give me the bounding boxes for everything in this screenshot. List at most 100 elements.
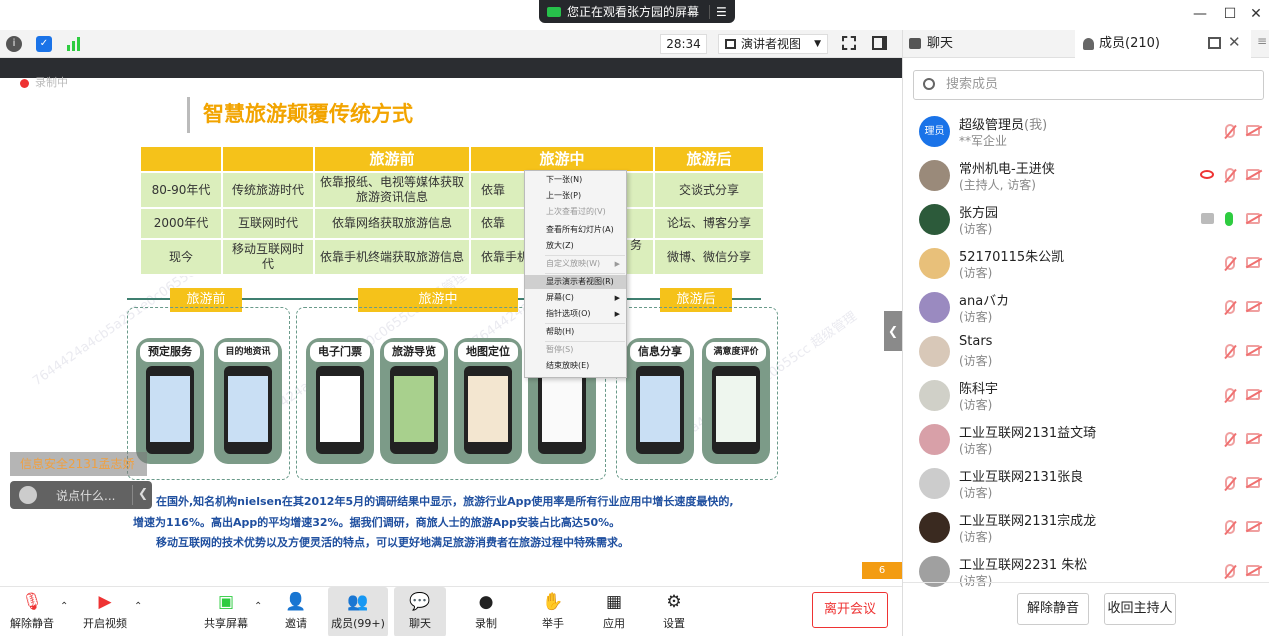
menu-item-help[interactable]: 帮助(H): [525, 325, 626, 339]
mute-all-button[interactable]: 解除静音: [1017, 593, 1089, 625]
invite-button[interactable]: 👤 邀请: [272, 587, 320, 636]
member-row[interactable]: anaバカ (访客): [903, 286, 1269, 330]
member-row[interactable]: 工业互联网2231 朱松 (访客): [903, 550, 1269, 594]
menu-item-previous[interactable]: 上一张(P): [525, 189, 626, 203]
mic-muted-icon[interactable]: [1225, 388, 1235, 402]
slideshow-context-menu: 下一张(N) 上一张(P) 上次查看过的(V) 查看所有幻灯片(A) 放大(Z)…: [524, 170, 627, 378]
separator: [709, 4, 711, 19]
mic-muted-icon[interactable]: [1225, 476, 1235, 490]
video-off-icon[interactable]: [1246, 477, 1260, 488]
raise-hand-button[interactable]: ✋ 举手: [527, 587, 579, 636]
sidebar-toggle-icon[interactable]: [872, 36, 887, 50]
menu-item-next[interactable]: 下一张(N): [525, 173, 626, 187]
start-video-button[interactable]: ▶ 开启视频: [78, 587, 132, 636]
button-label: 应用: [603, 617, 625, 630]
video-off-icon[interactable]: [1246, 257, 1260, 268]
popout-icon[interactable]: [1208, 37, 1221, 49]
menu-item-last-viewed[interactable]: 上次查看过的(V): [525, 205, 626, 219]
reclaim-host-button[interactable]: 收回主持人: [1104, 593, 1176, 625]
member-role: (访客): [959, 310, 993, 324]
video-off-icon[interactable]: [1246, 169, 1260, 180]
menu-item-zoom[interactable]: 放大(Z): [525, 239, 626, 253]
mic-muted-icon[interactable]: [1225, 168, 1235, 182]
member-row[interactable]: 陈科宇 (访客): [903, 374, 1269, 418]
phone-icon: [316, 366, 364, 454]
mic-muted-icon[interactable]: [1225, 432, 1235, 446]
video-off-icon[interactable]: [1246, 213, 1260, 224]
tab-members[interactable]: 成员(210): [1075, 30, 1251, 58]
shield-icon[interactable]: ✓: [36, 36, 52, 52]
fullscreen-icon[interactable]: [842, 36, 856, 50]
button-label: 开启视频: [83, 617, 127, 630]
member-row[interactable]: 张方园 (访客): [903, 198, 1269, 242]
info-icon[interactable]: i: [6, 36, 22, 52]
menu-icon[interactable]: ≡: [1257, 34, 1267, 48]
member-search-input[interactable]: 搜索成员: [913, 70, 1264, 100]
video-off-icon[interactable]: [1246, 565, 1260, 576]
table-header: 旅游中: [469, 145, 655, 173]
table-cell: 传统旅游时代: [221, 171, 315, 209]
menu-icon[interactable]: ☰: [716, 5, 727, 19]
page-number: 6: [862, 562, 902, 579]
floating-chat-input[interactable]: 说点什么... ❮: [10, 481, 152, 509]
view-mode-dropdown[interactable]: 演讲者视图 ▼: [718, 34, 828, 54]
menu-item-presenter-view[interactable]: 显示演示者视图(R): [525, 275, 626, 289]
unmute-button[interactable]: 🎙 解除静音: [6, 587, 58, 636]
member-row[interactable]: 常州机电-王进侠 (主持人, 访客): [903, 154, 1269, 198]
mic-muted-icon[interactable]: [1225, 344, 1235, 358]
leave-meeting-button[interactable]: 离开会议: [812, 592, 888, 628]
apps-button[interactable]: ▦ 应用: [588, 587, 640, 636]
member-row[interactable]: 理员 超级管理员(我) **军企业: [903, 110, 1269, 154]
close-icon[interactable]: ✕: [1228, 33, 1241, 51]
signal-icon[interactable]: [67, 37, 83, 51]
tab-label: 成员(210): [1099, 36, 1160, 51]
menu-item-all-slides[interactable]: 查看所有幻灯片(A): [525, 223, 626, 237]
chevron-up-icon[interactable]: ⌃: [134, 601, 142, 612]
chat-placeholder[interactable]: 说点什么...: [56, 487, 115, 504]
member-row[interactable]: Stars (访客): [903, 330, 1269, 374]
member-row[interactable]: 52170115朱公凯 (访客): [903, 242, 1269, 286]
minimize-icon[interactable]: —: [1190, 5, 1210, 23]
record-icon: ●: [478, 592, 494, 612]
collapse-panel-handle[interactable]: ❮: [884, 311, 902, 351]
menu-item-custom-show[interactable]: 自定义放映(W) ▶: [525, 257, 626, 271]
mic-on-icon[interactable]: [1225, 212, 1233, 226]
mic-muted-icon[interactable]: [1225, 256, 1235, 270]
record-button[interactable]: ● 录制: [460, 587, 512, 636]
maximize-icon[interactable]: ☐: [1220, 5, 1240, 23]
video-off-icon[interactable]: [1246, 125, 1260, 136]
members-button[interactable]: 👥 成员(99+): [328, 587, 388, 636]
video-off-icon[interactable]: [1246, 389, 1260, 400]
chevron-up-icon[interactable]: ⌃: [60, 601, 68, 612]
button-label: 举手: [542, 617, 564, 630]
menu-item-pointer-options[interactable]: 指针选项(O) ▶: [525, 307, 626, 321]
video-off-icon[interactable]: [1246, 521, 1260, 532]
mic-muted-icon[interactable]: [1225, 124, 1235, 138]
chat-button[interactable]: 💬 聊天: [394, 587, 446, 636]
share-screen-button[interactable]: ▣ 共享屏幕: [200, 587, 252, 636]
video-off-icon[interactable]: [1246, 345, 1260, 356]
menu-item-end-show[interactable]: 结束放映(E): [525, 359, 626, 373]
menu-item-screen[interactable]: 屏幕(C) ▶: [525, 291, 626, 305]
settings-button[interactable]: ⚙ 设置: [648, 587, 700, 636]
mic-muted-icon[interactable]: [1225, 520, 1235, 534]
chevron-up-icon[interactable]: ⌃: [254, 601, 262, 612]
member-row[interactable]: 工业互联网2131宗成龙 (访客): [903, 506, 1269, 550]
tab-chat[interactable]: 聊天: [903, 30, 1075, 58]
mic-muted-icon[interactable]: [1225, 300, 1235, 314]
close-icon[interactable]: ✕: [1246, 5, 1266, 23]
phase-card: 地图定位: [454, 338, 522, 464]
search-placeholder: 搜索成员: [946, 77, 999, 92]
emoji-icon[interactable]: [19, 486, 37, 504]
video-off-icon[interactable]: [1246, 301, 1260, 312]
chevron-left-icon[interactable]: ❮: [138, 486, 148, 500]
table-header: 旅游前: [313, 145, 471, 173]
menu-item-pause[interactable]: 暂停(S): [525, 343, 626, 357]
video-off-icon[interactable]: [1246, 433, 1260, 444]
chevron-right-icon: ▶: [614, 260, 620, 268]
member-row[interactable]: 工业互联网2131益文琦 (访客): [903, 418, 1269, 462]
button-label: 聊天: [409, 617, 431, 630]
member-row[interactable]: 工业互联网2131张良 (访客): [903, 462, 1269, 506]
mic-muted-icon[interactable]: [1225, 564, 1235, 578]
member-name: 超级管理员(我): [959, 118, 1048, 133]
